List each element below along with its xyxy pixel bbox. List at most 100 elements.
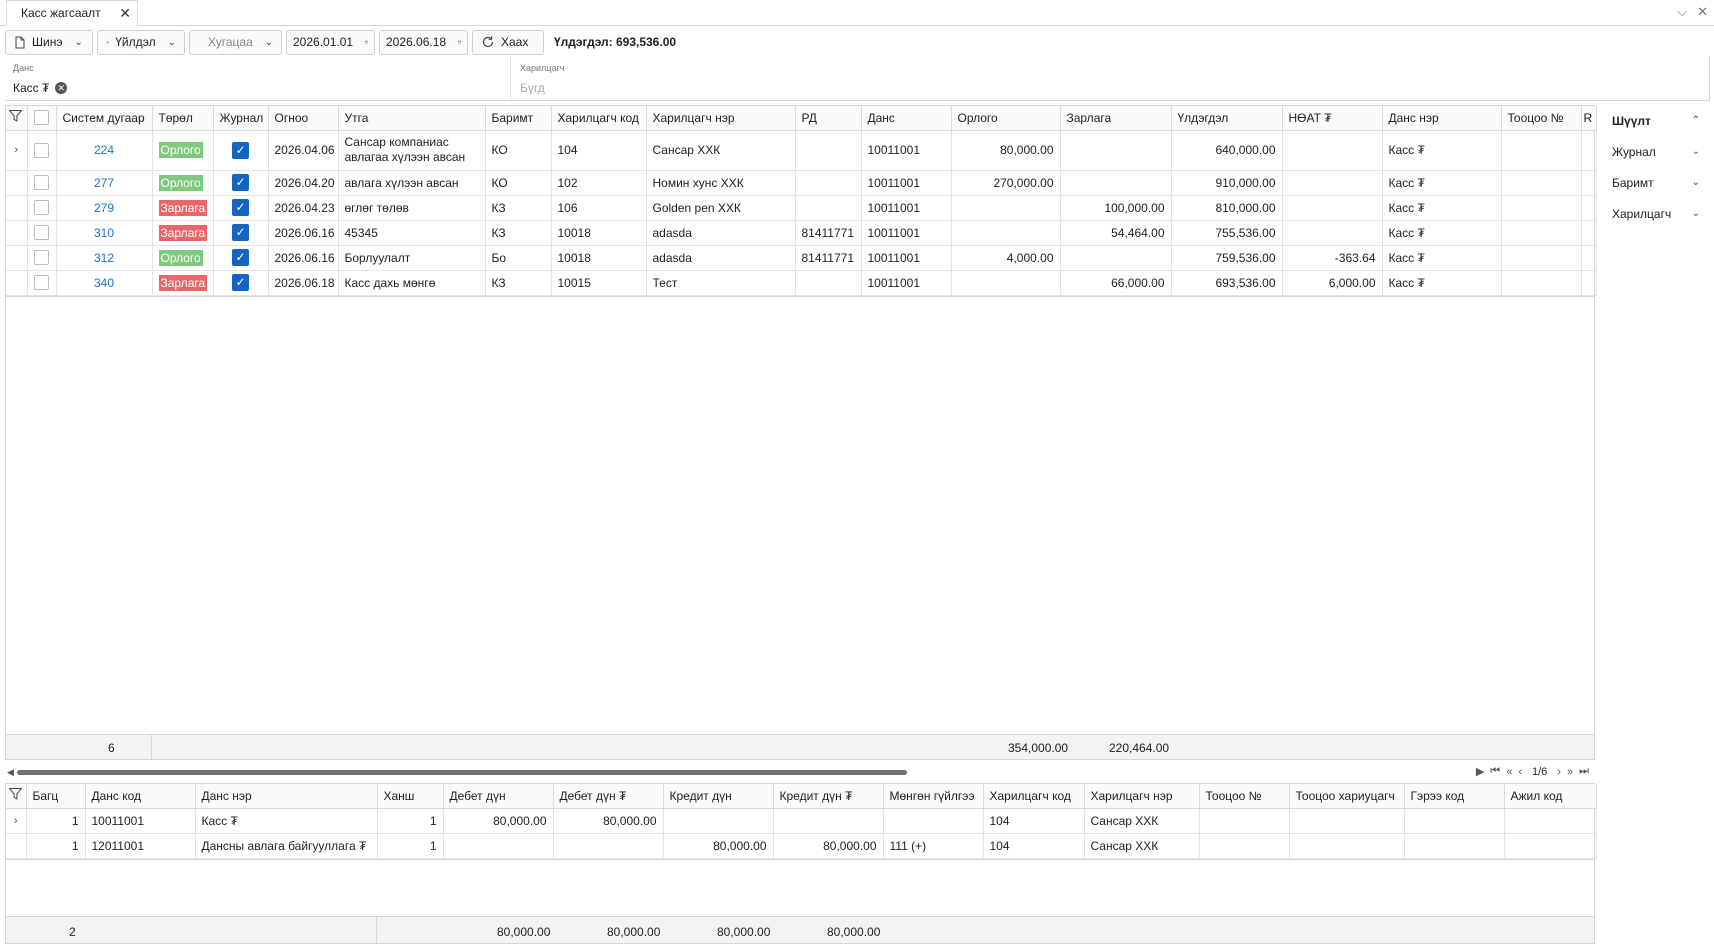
table-row[interactable]: 277 Орлого ✓ 2026.04.20 авлага хүлээн ав… <box>6 170 1597 196</box>
col-account-name[interactable]: Данс нэр <box>1382 106 1502 131</box>
entries-summary-divider <box>376 917 377 943</box>
col-partner-code[interactable]: Харилцагч код <box>983 784 1085 809</box>
period-select[interactable]: Хугацаа ⌄ <box>189 29 282 55</box>
col-partner-name[interactable]: Харилцагч нэр <box>646 106 796 131</box>
col-type[interactable]: Төрөл <box>152 106 214 131</box>
row-expander[interactable] <box>6 195 28 221</box>
col-document[interactable]: Баримт <box>485 106 552 131</box>
row-expander[interactable]: › <box>6 808 27 834</box>
row-expander[interactable] <box>6 220 28 246</box>
row-checkbox[interactable] <box>27 245 57 271</box>
table-row[interactable]: › 224 Орлого ✓ 2026.04.06 Сансар компани… <box>6 130 1597 171</box>
new-button[interactable]: Шинэ ⌄ <box>5 29 93 55</box>
row-expander[interactable] <box>6 245 28 271</box>
col-cash-flow[interactable]: Мөнгөн гүйлгээ <box>883 784 984 809</box>
next-fast-icon[interactable]: » <box>1567 766 1573 778</box>
row-checkbox[interactable] <box>27 170 57 196</box>
row-expander[interactable]: › <box>6 130 28 171</box>
col-partner-code[interactable]: Харилцагч код <box>551 106 647 131</box>
calendar-icon[interactable] <box>365 36 368 48</box>
journal-checkbox[interactable]: ✓ <box>213 245 269 271</box>
col-income[interactable]: Орлого <box>951 106 1061 131</box>
col-vat[interactable]: НӨАТ ₮ <box>1282 106 1383 131</box>
row-expander[interactable] <box>6 170 28 196</box>
chevron-down-icon[interactable]: ⌵ <box>1677 4 1687 20</box>
system-number-link[interactable]: 340 <box>56 270 153 296</box>
col-r[interactable]: R <box>1581 106 1597 131</box>
tab-close-icon[interactable]: ✕ <box>119 6 131 20</box>
col-rate[interactable]: Ханш <box>377 784 444 809</box>
select-all-checkbox[interactable] <box>27 106 57 131</box>
col-contract-code[interactable]: Гэрээ код <box>1404 784 1505 809</box>
tab-cash-list[interactable]: Касс жагсаалт ✕ <box>6 0 138 26</box>
row-expander[interactable] <box>6 270 28 296</box>
partner-filter[interactable]: Харилцагч Бүгд <box>512 57 1710 101</box>
col-debit[interactable]: Дебет дүн <box>443 784 554 809</box>
table-row[interactable]: › 1 10011001 Касс ₮ 1 80,000.00 80,000.0… <box>6 808 1597 834</box>
table-row[interactable]: 1 12011001 Дансны авлага байгууллага ₮ 1… <box>6 833 1597 859</box>
close-button[interactable]: Хаах <box>472 29 544 55</box>
clear-icon[interactable]: ✕ <box>55 82 68 94</box>
col-settlement-no[interactable]: Тооцоо № <box>1199 784 1290 809</box>
col-system-number[interactable]: Систем дугаар <box>56 106 153 131</box>
col-description[interactable]: Утга <box>338 106 486 131</box>
panel-item-document[interactable]: Баримт ⌄ <box>1606 167 1710 198</box>
date-to-field[interactable]: 2026.06.18 <box>379 29 468 55</box>
table-row[interactable]: 310 Зарлага ✓ 2026.06.16 45345 КЗ 10018 … <box>6 220 1597 246</box>
scrollbar-thumb[interactable] <box>17 770 907 775</box>
col-credit[interactable]: Кредит дүн <box>663 784 774 809</box>
journal-checkbox[interactable]: ✓ <box>213 130 269 171</box>
journal-checkbox[interactable]: ✓ <box>213 195 269 221</box>
table-row[interactable]: 279 Зарлага ✓ 2026.04.23 өглөг төлөв КЗ … <box>6 195 1597 221</box>
entries-summary-debit-mnt: 80,000.00 <box>607 925 661 939</box>
row-checkbox[interactable] <box>27 220 57 246</box>
action-button[interactable]: Үйлдэл ⌄ <box>97 29 185 55</box>
system-number-link[interactable]: 310 <box>56 220 153 246</box>
col-job-code[interactable]: Ажил код <box>1504 784 1597 809</box>
row-expander[interactable] <box>6 833 27 859</box>
account-filter[interactable]: Данс Касс ₮ ✕ <box>5 57 511 101</box>
system-number-link[interactable]: 224 <box>56 130 153 171</box>
col-credit-mnt[interactable]: Кредит дүн ₮ <box>773 784 884 809</box>
system-number-link[interactable]: 279 <box>56 195 153 221</box>
filter-icon[interactable] <box>6 106 28 131</box>
row-checkbox[interactable] <box>27 130 57 171</box>
date-from-field[interactable]: 2026.01.01 <box>286 29 375 55</box>
system-number-link[interactable]: 277 <box>56 170 153 196</box>
first-page-icon[interactable]: ⏮ <box>1490 765 1500 778</box>
col-settlement-owner[interactable]: Тооцоо хариуцагч <box>1289 784 1405 809</box>
play-icon[interactable]: ▶ <box>1476 765 1484 778</box>
col-date[interactable]: Огноо <box>268 106 339 131</box>
col-journal[interactable]: Журнал <box>213 106 269 131</box>
prev-page-icon[interactable]: ‹ <box>1518 766 1522 778</box>
scroll-left-icon[interactable]: ◀ <box>7 767 14 778</box>
journal-checkbox[interactable]: ✓ <box>213 270 269 296</box>
col-account-name[interactable]: Данс нэр <box>195 784 378 809</box>
calendar-icon[interactable] <box>458 36 461 48</box>
journal-checkbox[interactable]: ✓ <box>213 170 269 196</box>
journal-checkbox[interactable]: ✓ <box>213 220 269 246</box>
col-balance[interactable]: Үлдэгдэл <box>1171 106 1283 131</box>
row-checkbox[interactable] <box>27 270 57 296</box>
horizontal-scrollbar[interactable]: ◀ ▶ ⏮ « ‹ 1/6 › » ⏭ <box>5 764 1595 780</box>
filter-icon[interactable] <box>6 784 27 809</box>
last-page-icon[interactable]: ⏭ <box>1579 765 1589 778</box>
col-account-code[interactable]: Данс код <box>85 784 196 809</box>
next-page-icon[interactable]: › <box>1557 766 1561 778</box>
table-row[interactable]: 312 Орлого ✓ 2026.06.16 Борлуулалт Бо 10… <box>6 245 1597 271</box>
panel-item-journal[interactable]: Журнал ⌄ <box>1606 136 1710 167</box>
prev-fast-icon[interactable]: « <box>1506 766 1512 778</box>
col-settlement-no[interactable]: Тооцоо № <box>1501 106 1582 131</box>
col-expense[interactable]: Зарлага <box>1060 106 1172 131</box>
table-row[interactable]: 340 Зарлага ✓ 2026.06.18 Касс дахь мөнгө… <box>6 270 1597 296</box>
system-number-link[interactable]: 312 <box>56 245 153 271</box>
col-batch[interactable]: Багц <box>26 784 86 809</box>
panel-item-filter[interactable]: Шүүлт ⌃ <box>1606 105 1710 136</box>
col-account[interactable]: Данс <box>861 106 952 131</box>
col-debit-mnt[interactable]: Дебет дүн ₮ <box>553 784 664 809</box>
row-checkbox[interactable] <box>27 195 57 221</box>
col-register[interactable]: РД <box>795 106 862 131</box>
panel-item-partner[interactable]: Харилцагч ⌄ <box>1606 198 1710 229</box>
col-partner-name[interactable]: Харилцагч нэр <box>1084 784 1200 809</box>
window-close-icon[interactable]: ✕ <box>1697 4 1708 20</box>
